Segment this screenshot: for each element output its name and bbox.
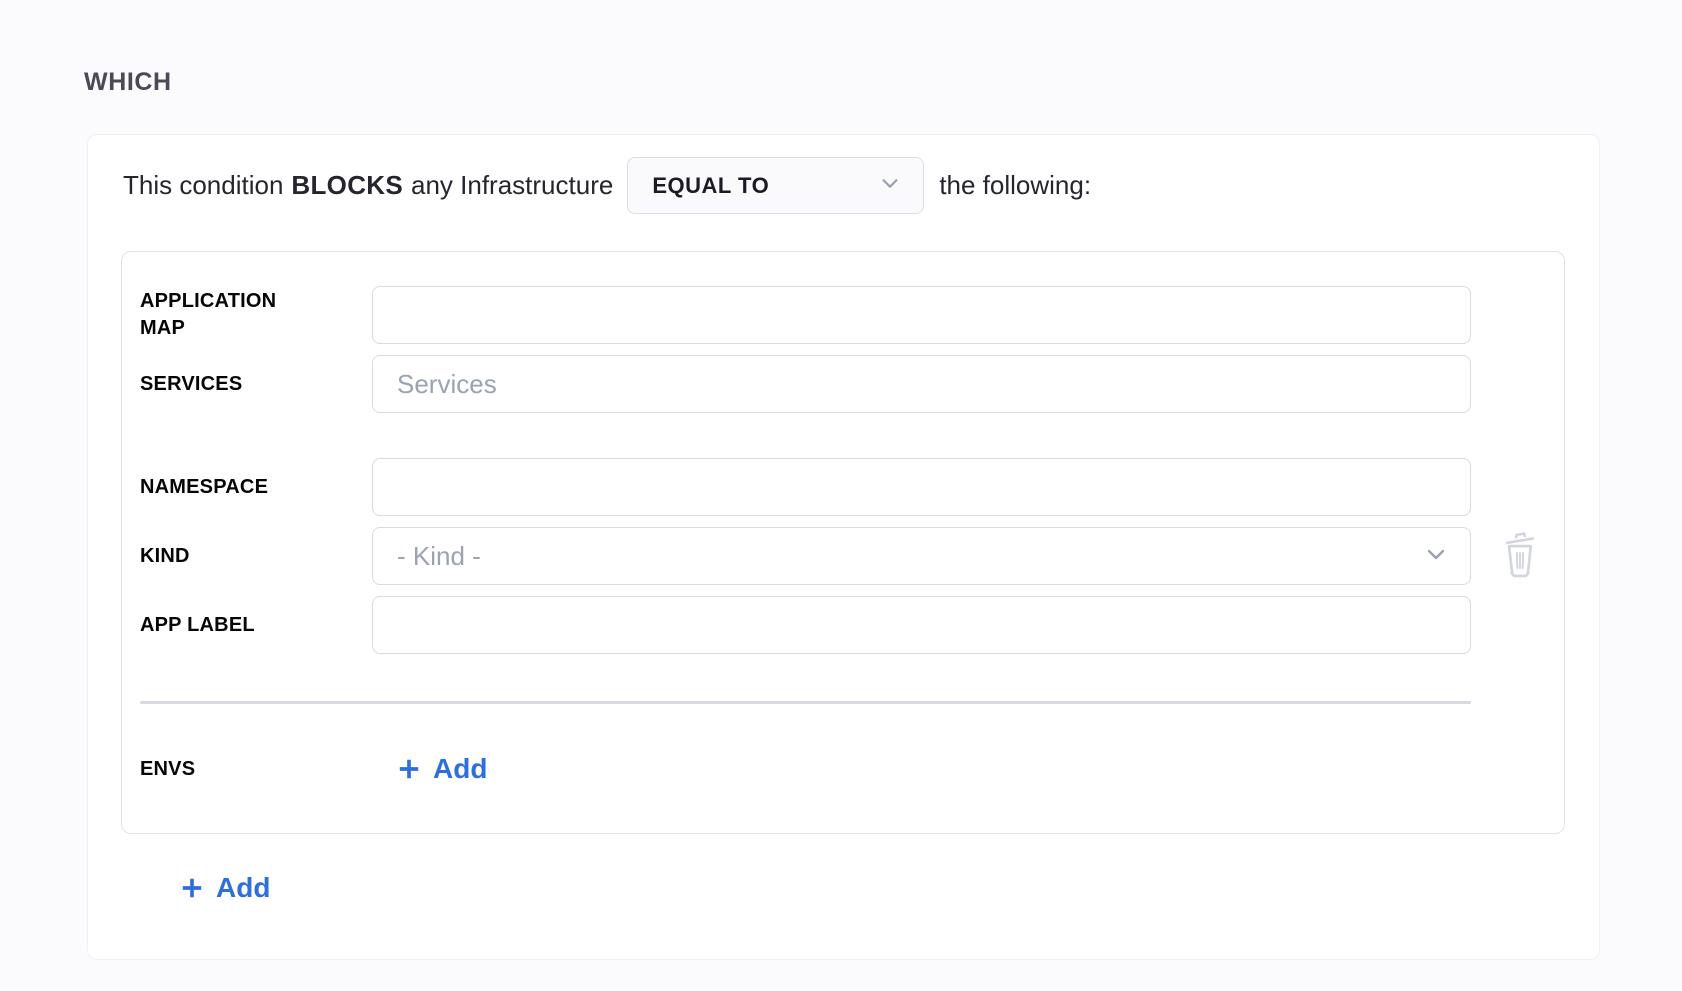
condition-lead-2: any Infrastructure: [411, 170, 613, 201]
condition-lead-text: This condition BLOCKS any Infrastructure: [123, 170, 613, 201]
namespace-input[interactable]: [372, 458, 1471, 516]
kind-label: KIND: [140, 543, 190, 570]
plus-icon: [179, 875, 205, 901]
app-label-input[interactable]: [372, 596, 1471, 654]
section-divider: [140, 701, 1471, 704]
chevron-down-icon: [879, 170, 901, 201]
label-cell: KIND: [122, 543, 372, 570]
field-row-envs: ENVS Add: [122, 740, 1564, 798]
field-row-kind: KIND - Kind -: [122, 527, 1564, 585]
app-label-label: APP LABEL: [140, 612, 255, 639]
label-cell: SERVICES: [122, 371, 372, 398]
footer-add-label: Add: [216, 872, 270, 904]
field-row-app-label: APP LABEL: [122, 596, 1564, 654]
namespace-label: NAMESPACE: [140, 474, 268, 501]
trash-icon: [1501, 566, 1539, 581]
plus-icon: [396, 756, 422, 782]
label-cell: APPLICATION MAP: [122, 288, 372, 342]
envs-add-button[interactable]: Add: [396, 753, 487, 785]
condition-tail: the following:: [939, 170, 1091, 201]
application-map-label: APPLICATION MAP: [140, 288, 325, 342]
field-row-namespace: NAMESPACE: [122, 458, 1564, 516]
condition-verb: BLOCKS: [291, 170, 403, 201]
kind-select-placeholder: - Kind -: [397, 541, 481, 572]
field-row-services: SERVICES: [122, 355, 1564, 413]
chevron-down-icon: [1424, 542, 1448, 571]
condition-card: This condition BLOCKS any Infrastructure…: [87, 134, 1600, 960]
field-row-application-map: APPLICATION MAP: [122, 286, 1564, 344]
services-label: SERVICES: [140, 371, 242, 398]
services-input[interactable]: [372, 355, 1471, 413]
condition-lead-1: This condition: [123, 170, 283, 201]
delete-condition-row-button[interactable]: [1500, 528, 1540, 580]
envs-label: ENVS: [140, 756, 195, 783]
envs-add-label: Add: [433, 753, 487, 785]
kind-select[interactable]: - Kind -: [372, 527, 1471, 585]
page-title: WHICH: [84, 68, 1682, 97]
operator-select-value: EQUAL TO: [652, 173, 769, 199]
application-map-input[interactable]: [372, 286, 1471, 344]
infrastructure-group: APPLICATION MAP SERVICES NAMESPACE KIND …: [121, 251, 1565, 834]
label-cell: ENVS: [122, 756, 372, 783]
operator-select[interactable]: EQUAL TO: [627, 157, 924, 214]
label-cell: NAMESPACE: [122, 474, 372, 501]
add-condition-block-button[interactable]: Add: [179, 872, 270, 904]
label-cell: APP LABEL: [122, 612, 372, 639]
condition-sentence: This condition BLOCKS any Infrastructure…: [123, 157, 1563, 214]
